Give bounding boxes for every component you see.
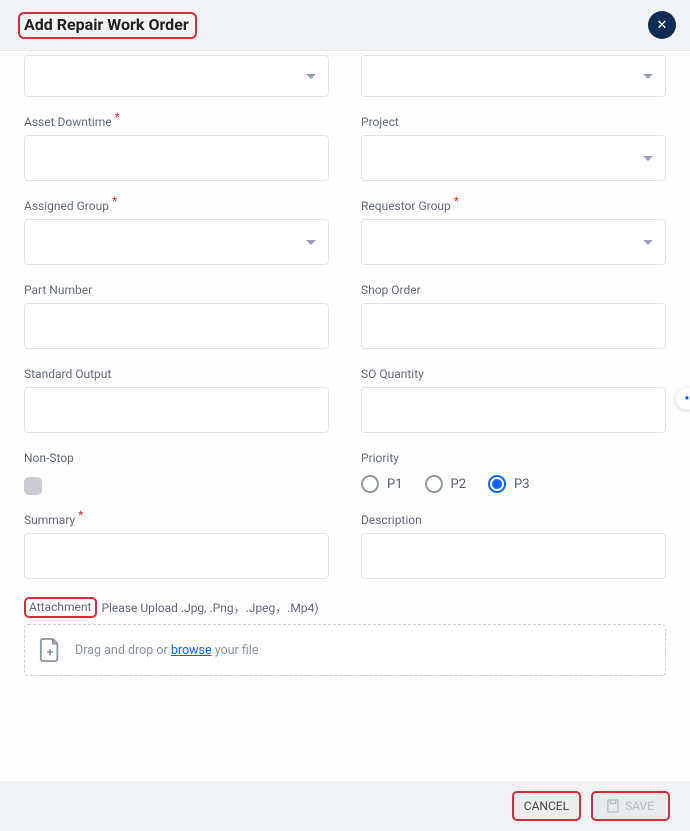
shop-order-input[interactable] — [361, 303, 666, 349]
priority-label-p2: P2 — [451, 477, 467, 492]
priority-radio-group: P1 P2 P3 — [361, 475, 666, 493]
chevron-down-icon — [643, 156, 653, 161]
so-quantity-input[interactable] — [361, 387, 666, 433]
assigned-group-label: Assigned Group — [24, 199, 114, 213]
project-label: Project — [361, 115, 399, 129]
file-upload-icon — [39, 637, 61, 663]
summary-label: Summary — [24, 513, 80, 527]
chevron-down-icon — [306, 240, 316, 245]
assigned-group-select[interactable] — [24, 219, 329, 265]
standard-output-input[interactable] — [24, 387, 329, 433]
requestor-group-select[interactable] — [361, 219, 666, 265]
priority-radio-p1[interactable]: P1 — [361, 475, 403, 493]
priority-radio-p2[interactable]: P2 — [425, 475, 467, 493]
attachment-dropzone[interactable]: Drag and drop or browse your file — [24, 624, 666, 676]
non-stop-label: Non-Stop — [24, 451, 74, 465]
attachment-hint: Please Upload .Jpg, .Png，.Jpeg，.Mp4) — [101, 599, 318, 616]
standard-output-label: Standard Output — [24, 367, 111, 381]
asset-downtime-label: Asset Downtime — [24, 115, 117, 129]
chevron-down-icon — [306, 74, 316, 79]
dropzone-text: Drag and drop or browse your file — [75, 643, 258, 658]
chevron-down-icon — [643, 240, 653, 245]
requestor-group-label: Requestor Group — [361, 199, 456, 213]
close-icon: ✕ — [657, 18, 668, 33]
asset-downtime-input[interactable] — [24, 135, 329, 181]
top-right-select[interactable] — [361, 55, 666, 97]
non-stop-toggle[interactable] — [24, 477, 42, 495]
cancel-button[interactable]: CANCEL — [512, 791, 581, 821]
radio-icon — [361, 475, 379, 493]
attachment-label: Attachment — [24, 597, 97, 618]
part-number-input[interactable] — [24, 303, 329, 349]
description-input[interactable] — [361, 533, 666, 579]
browse-link[interactable]: browse — [171, 643, 212, 658]
description-label: Description — [361, 513, 422, 527]
dialog-header: Add Repair Work Order ✕ — [0, 0, 690, 51]
part-number-label: Part Number — [24, 283, 92, 297]
close-button[interactable]: ✕ — [648, 11, 676, 39]
top-left-select[interactable] — [24, 55, 329, 97]
so-quantity-label: SO Quantity — [361, 367, 424, 381]
priority-label-p3: P3 — [514, 477, 530, 492]
priority-radio-p3[interactable]: P3 — [488, 475, 530, 493]
summary-input[interactable] — [24, 533, 329, 579]
page-title: Add Repair Work Order — [18, 12, 197, 39]
radio-icon — [488, 475, 506, 493]
save-icon — [607, 799, 619, 813]
save-button[interactable]: SAVE — [595, 793, 666, 819]
dialog-footer: CANCEL SAVE — [0, 781, 690, 831]
shop-order-label: Shop Order — [361, 283, 421, 297]
radio-icon — [425, 475, 443, 493]
project-select[interactable] — [361, 135, 666, 181]
chevron-down-icon — [643, 74, 653, 79]
priority-label: Priority — [361, 451, 399, 465]
attachment-row: Attachment Please Upload .Jpg, .Png，.Jpe… — [24, 597, 666, 618]
priority-label-p1: P1 — [387, 477, 403, 492]
